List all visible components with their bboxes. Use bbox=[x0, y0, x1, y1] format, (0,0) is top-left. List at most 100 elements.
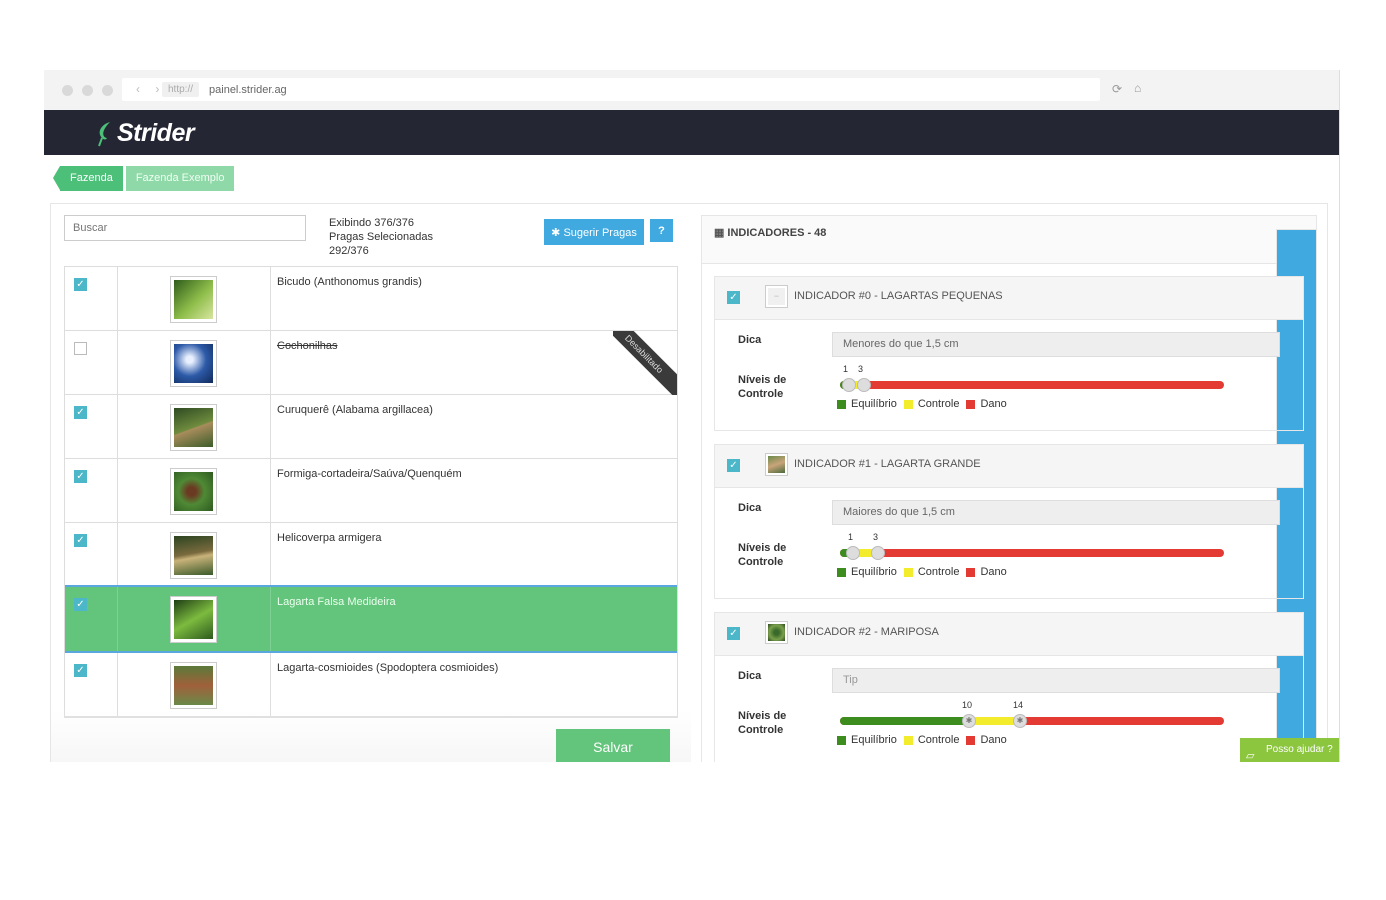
pest-thumbnail bbox=[170, 276, 217, 323]
breadcrumb: Fazenda Fazenda Exemplo bbox=[53, 166, 235, 191]
slider-handle-high[interactable]: ✱ bbox=[1013, 714, 1027, 728]
showing-count: Exibindo 376/376 bbox=[329, 217, 415, 229]
nav-arrows-icon[interactable]: ‹ › bbox=[136, 82, 165, 96]
pest-name: Bicudo (Anthonomus grandis) bbox=[277, 276, 422, 288]
window-minimize-dot[interactable] bbox=[82, 84, 93, 96]
indicator-title: INDICADOR #2 - MARIPOSA bbox=[794, 626, 939, 638]
control-level-slider[interactable] bbox=[840, 381, 1224, 389]
pest-thumbnail bbox=[170, 532, 217, 579]
tip-label: Dica bbox=[738, 670, 762, 682]
slider-legend: Equilíbrio Controle Dano bbox=[837, 566, 1014, 578]
slider-legend: Equilíbrio Controle Dano bbox=[837, 734, 1014, 746]
indicator-title: INDICADOR #1 - LAGARTA GRANDE bbox=[794, 458, 981, 470]
low-threshold-value: 1 bbox=[848, 532, 854, 542]
indicators-panel: ▦INDICADORES - 48 ? ✓ − INDICADOR #0 - L… bbox=[701, 215, 1317, 762]
selected-label: Pragas Selecionadas bbox=[329, 231, 433, 243]
browser-chrome: ‹ › http:// painel.strider.ag ⟳ ⌂ bbox=[44, 70, 1339, 110]
pest-checkbox[interactable]: ✓ bbox=[74, 406, 87, 419]
suggest-pests-label: Sugerir Pragas bbox=[563, 226, 637, 239]
main-panel: Exibindo 376/376 Pragas Selecionadas 292… bbox=[50, 203, 1328, 762]
tip-label: Dica bbox=[738, 502, 762, 514]
slider-handle-low[interactable]: ✱ bbox=[962, 714, 976, 728]
pest-name: Curuquerê (Alabama argillacea) bbox=[277, 404, 433, 416]
pest-checkbox[interactable]: ✓ bbox=[74, 470, 87, 483]
pest-thumbnail bbox=[170, 596, 217, 643]
url-protocol: http:// bbox=[162, 82, 200, 97]
suggest-pests-button[interactable]: ✱ Sugerir Pragas bbox=[544, 219, 644, 245]
pest-checkbox[interactable] bbox=[74, 342, 87, 355]
pest-row[interactable]: ✓ Curuquerê (Alabama argillacea) bbox=[65, 395, 677, 459]
save-button[interactable]: Salvar bbox=[556, 729, 670, 762]
app-header: Strider bbox=[44, 110, 1339, 155]
pest-name: Formiga-cortadeira/Saúva/Quenquém bbox=[277, 468, 462, 480]
indicator-image[interactable]: − bbox=[765, 285, 788, 308]
breadcrumb-fazenda[interactable]: Fazenda bbox=[53, 166, 123, 191]
indicator-card: ✓ − INDICADOR #0 - LAGARTAS PEQUENAS Dic… bbox=[714, 276, 1304, 431]
window-close-dot[interactable] bbox=[62, 84, 73, 96]
pest-thumbnail bbox=[170, 468, 217, 515]
slider-legend: Equilíbrio Controle Dano bbox=[837, 398, 1014, 410]
pest-name: Lagarta-cosmioides (Spodoptera cosmioide… bbox=[277, 662, 499, 674]
pest-row[interactable]: ✓ Formiga-cortadeira/Saúva/Quenquém bbox=[65, 459, 677, 523]
breadcrumb-fazenda-exemplo[interactable]: Fazenda Exemplo bbox=[125, 166, 235, 191]
indicator-checkbox[interactable]: ✓ bbox=[727, 459, 740, 472]
chat-bubble-icon: ▱ bbox=[1246, 750, 1255, 762]
brand-name: Strider bbox=[117, 119, 195, 147]
pest-row[interactable]: ✓ Bicudo (Anthonomus grandis) bbox=[65, 267, 677, 331]
indicators-title: INDICADORES - 48 bbox=[727, 227, 827, 239]
indicator-checkbox[interactable]: ✓ bbox=[727, 627, 740, 640]
tip-field[interactable]: Tip bbox=[832, 668, 1280, 693]
pest-row-selected[interactable]: ✓ Lagarta Falsa Medideira bbox=[65, 585, 677, 653]
slider-handle-low[interactable] bbox=[842, 378, 856, 392]
pest-checkbox[interactable]: ✓ bbox=[74, 598, 87, 611]
tip-label: Dica bbox=[738, 334, 762, 346]
indicators-header: ▦INDICADORES - 48 ? bbox=[702, 216, 1316, 762]
browser-window: ‹ › http:// painel.strider.ag ⟳ ⌂ Stride… bbox=[44, 70, 1340, 762]
leaf-icon bbox=[98, 121, 110, 146]
selection-stats: Exibindo 376/376 Pragas Selecionadas 292… bbox=[329, 216, 433, 258]
high-threshold-value: 14 bbox=[1013, 700, 1024, 710]
indicator-card: ✓ INDICADOR #2 - MARIPOSA Dica Tip Nívei… bbox=[714, 612, 1304, 762]
help-button-pests[interactable]: ? bbox=[650, 219, 673, 242]
disabled-ribbon: Desabilitado bbox=[613, 331, 677, 395]
pest-thumbnail bbox=[170, 404, 217, 451]
tip-field[interactable]: Maiores do que 1,5 cm bbox=[832, 500, 1280, 525]
pest-name: Lagarta Falsa Medideira bbox=[277, 596, 396, 608]
indicator-image[interactable] bbox=[765, 453, 788, 476]
indicator-card: ✓ INDICADOR #1 - LAGARTA GRANDE Dica Mai… bbox=[714, 444, 1304, 599]
tip-field[interactable]: Menores do que 1,5 cm bbox=[832, 332, 1280, 357]
reload-icon[interactable]: ⟳ bbox=[1112, 82, 1122, 96]
pest-row[interactable]: Cochonilhas Desabilitado bbox=[65, 331, 677, 395]
help-chat-button[interactable]: ▱ Posso ajudar ? bbox=[1240, 738, 1339, 762]
pest-checkbox[interactable]: ✓ bbox=[74, 664, 87, 677]
slider-handle-low[interactable] bbox=[846, 546, 860, 560]
control-levels-label: Níveis de Controle bbox=[738, 542, 787, 568]
control-level-slider[interactable] bbox=[840, 549, 1224, 557]
selected-count: 292/376 bbox=[329, 245, 369, 257]
control-level-slider[interactable] bbox=[840, 717, 1224, 725]
pest-row[interactable]: ✓ Helicoverpa armigera bbox=[65, 523, 677, 587]
control-levels-label: Níveis de Controle bbox=[738, 710, 787, 736]
low-threshold-value: 1 bbox=[843, 364, 849, 374]
pest-name: Helicoverpa armigera bbox=[277, 532, 382, 544]
indicator-image[interactable] bbox=[765, 621, 788, 644]
grid-icon: ▦ bbox=[714, 227, 725, 239]
pest-row[interactable]: ✓ Lagarta-cosmioides (Spodoptera cosmioi… bbox=[65, 653, 677, 717]
control-levels-label: Níveis de Controle bbox=[738, 374, 787, 400]
search-input[interactable] bbox=[64, 215, 306, 241]
indicator-title: INDICADOR #0 - LAGARTAS PEQUENAS bbox=[794, 290, 1003, 302]
url-bar[interactable]: ‹ › http:// painel.strider.ag bbox=[122, 78, 1100, 101]
pest-checkbox[interactable]: ✓ bbox=[74, 278, 87, 291]
pest-name: Cochonilhas bbox=[277, 340, 338, 352]
window-maximize-dot[interactable] bbox=[102, 84, 113, 96]
brand-logo[interactable]: Strider bbox=[96, 119, 195, 148]
high-threshold-value: 3 bbox=[873, 532, 879, 542]
pest-checkbox[interactable]: ✓ bbox=[74, 534, 87, 547]
slider-handle-high[interactable] bbox=[857, 378, 871, 392]
low-threshold-value: 10 bbox=[962, 700, 973, 710]
pest-thumbnail bbox=[170, 662, 217, 709]
url-text: painel.strider.ag bbox=[209, 83, 287, 96]
slider-handle-high[interactable] bbox=[871, 546, 885, 560]
home-icon[interactable]: ⌂ bbox=[1134, 81, 1141, 95]
indicator-checkbox[interactable]: ✓ bbox=[727, 291, 740, 304]
